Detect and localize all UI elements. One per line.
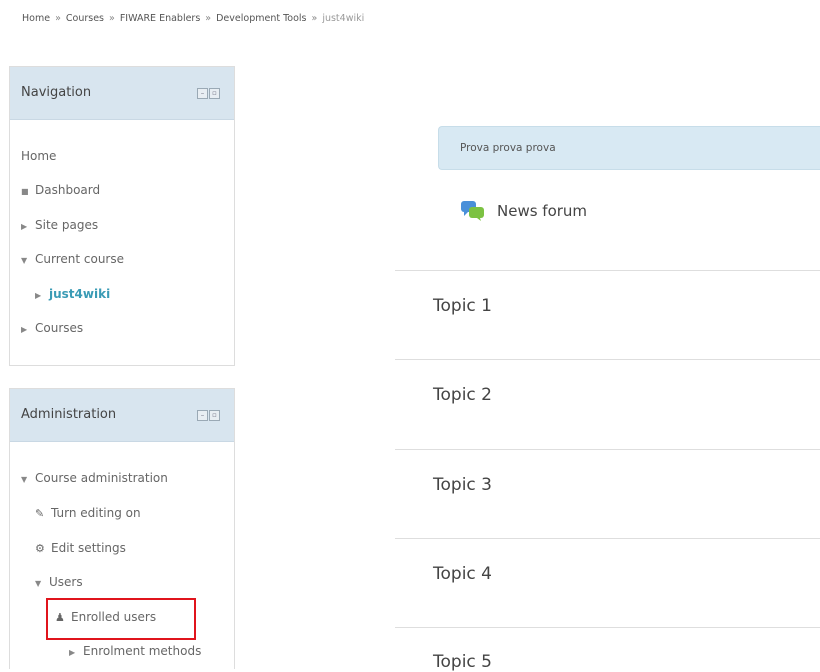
breadcrumb-separator: »	[109, 13, 115, 24]
nav-item-dashboard[interactable]: ■ Dashboard	[21, 183, 100, 197]
collapse-icon[interactable]: ▫	[209, 410, 220, 421]
breadcrumb-development-tools[interactable]: Development Tools	[216, 13, 306, 24]
nav-item-label: just4wiki	[49, 287, 111, 301]
admin-item-course-administration[interactable]: ▼ Course administration	[21, 471, 168, 485]
navigation-block-header: Navigation – ▫	[10, 67, 234, 120]
gear-icon: ⚙	[35, 542, 45, 555]
collapse-arrow-icon: ▼	[35, 579, 42, 588]
dock-icon[interactable]: –	[197, 88, 208, 99]
nav-item-label: Site pages	[35, 218, 99, 232]
nav-item-label: Home	[21, 149, 57, 163]
breadcrumb-separator: »	[55, 13, 61, 24]
topic-3-title: Topic 3	[433, 475, 492, 495]
block-controls: – ▫	[197, 88, 220, 99]
dock-icon[interactable]: –	[197, 410, 208, 421]
admin-item-label: Users	[49, 575, 83, 589]
bullet-icon: ■	[21, 187, 29, 196]
block-controls: – ▫	[197, 410, 220, 421]
admin-item-edit-settings[interactable]: ⚙ Edit settings	[35, 541, 126, 555]
nav-item-label: Current course	[35, 252, 124, 266]
admin-item-label: Edit settings	[51, 541, 126, 555]
topic-1-title: Topic 1	[433, 296, 492, 316]
course-summary: Prova prova prova	[438, 126, 820, 170]
nav-item-course-just4wiki[interactable]: ▶ just4wiki	[35, 287, 110, 301]
forum-icon	[461, 201, 484, 221]
navigation-block: Navigation – ▫ Home ■ Dashboard ▶ Site page…	[9, 66, 235, 366]
admin-item-label: Turn editing on	[51, 506, 141, 520]
topic-4-title: Topic 4	[433, 564, 492, 584]
section-divider	[395, 449, 820, 450]
section-divider	[395, 627, 820, 628]
nav-item-label: Dashboard	[35, 183, 101, 197]
news-forum-link[interactable]: News forum	[497, 202, 587, 220]
breadcrumb-current-course: just4wiki	[322, 13, 365, 24]
expand-arrow-icon: ▶	[35, 291, 42, 300]
collapse-arrow-icon: ▼	[21, 475, 28, 484]
breadcrumb-separator: »	[311, 13, 318, 24]
collapse-icon[interactable]: ▫	[209, 88, 220, 99]
section-divider	[395, 270, 820, 271]
expand-arrow-icon: ▶	[21, 325, 28, 334]
nav-item-courses[interactable]: ▶ Courses	[21, 321, 83, 335]
section-divider	[395, 359, 820, 360]
administration-block: Administration – ▫ ▼ Course administration…	[9, 388, 235, 669]
admin-item-label: Course administration	[35, 471, 168, 485]
section-divider	[395, 538, 820, 539]
navigation-block-title: Navigation	[21, 85, 92, 100]
breadcrumb: Home » Courses » FIWARE Enablers » Development…	[22, 13, 364, 24]
course-summary-text: Prova prova prova	[460, 142, 556, 154]
nav-item-current-course[interactable]: ▼ Current course	[21, 252, 124, 266]
breadcrumb-fiware-enablers[interactable]: FIWARE Enablers	[120, 13, 200, 24]
nav-item-site-pages[interactable]: ▶ Site pages	[21, 218, 98, 232]
pencil-icon: ✎	[35, 507, 45, 520]
admin-item-users[interactable]: ▼ Users	[35, 575, 83, 589]
nav-item-home[interactable]: Home	[21, 149, 56, 163]
breadcrumb-home[interactable]: Home	[22, 13, 50, 24]
expand-arrow-icon: ▶	[69, 648, 76, 657]
breadcrumb-separator: »	[205, 13, 212, 24]
admin-item-label: Enrolled users	[71, 610, 157, 624]
admin-item-enrolment-methods[interactable]: ▶ Enrolment methods	[69, 644, 201, 658]
expand-arrow-icon: ▶	[21, 222, 28, 231]
topic-5-title: Topic 5	[433, 652, 492, 672]
topic-2-title: Topic 2	[433, 385, 492, 405]
admin-item-turn-editing-on[interactable]: ✎ Turn editing on	[35, 506, 141, 520]
user-icon: ♟	[55, 611, 65, 624]
administration-block-header: Administration – ▫	[10, 389, 234, 442]
administration-block-title: Administration	[21, 407, 117, 422]
breadcrumb-courses[interactable]: Courses	[66, 13, 104, 24]
nav-item-label: Courses	[35, 321, 84, 335]
collapse-arrow-icon: ▼	[21, 256, 28, 265]
admin-item-enrolled-users[interactable]: ♟ Enrolled users	[55, 610, 156, 624]
admin-item-label: Enrolment methods	[83, 644, 202, 658]
